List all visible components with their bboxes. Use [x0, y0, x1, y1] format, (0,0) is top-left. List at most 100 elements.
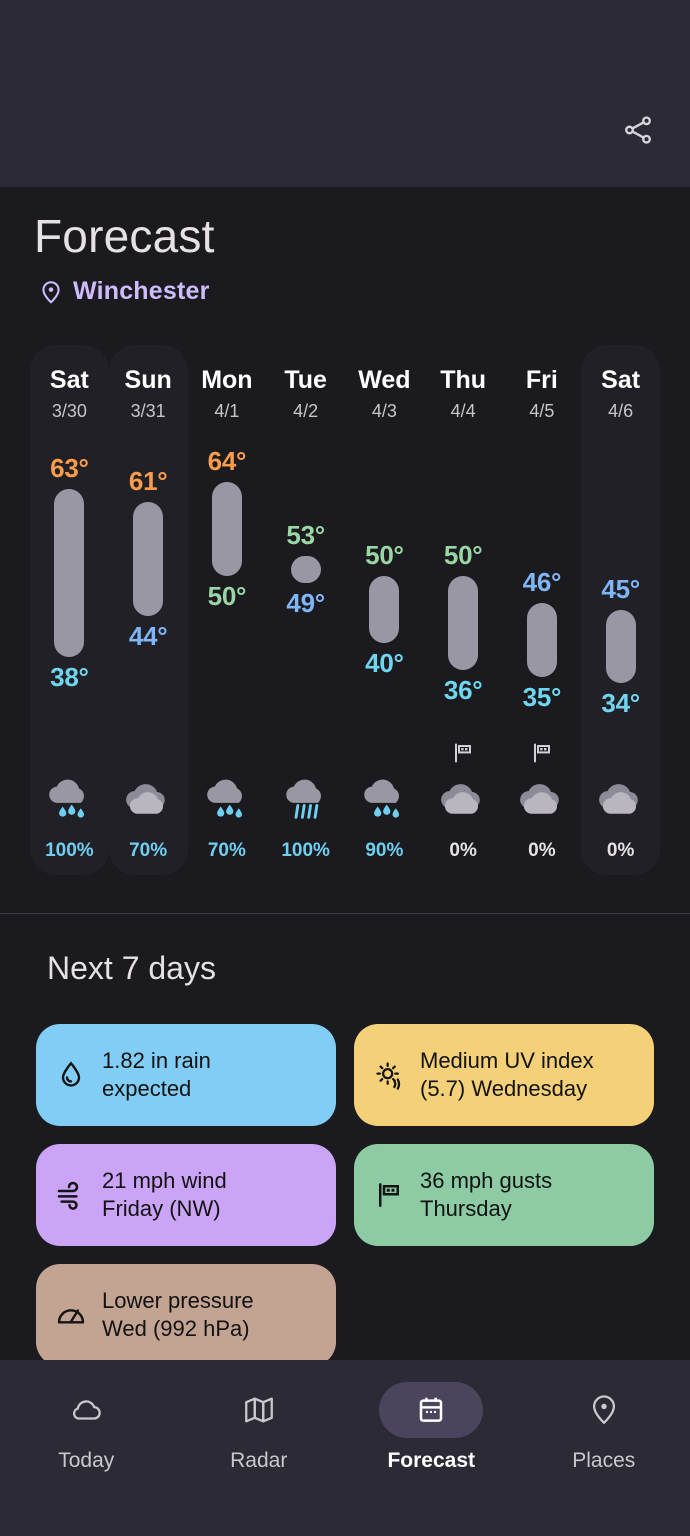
highlight-card-text: 21 mph wind Friday (NW): [102, 1167, 227, 1221]
precipitation-probability: 100%: [45, 840, 94, 861]
precipitation-probability: 0%: [449, 840, 477, 861]
precipitation-probability: 70%: [207, 840, 246, 861]
day-date: 4/1: [214, 401, 240, 421]
bottom-navigation[interactable]: Today Radar Forecast Places: [0, 1360, 690, 1536]
range-bar-fill: [605, 609, 636, 684]
high-temperature: 61°: [128, 466, 168, 497]
day-of-week: Mon: [201, 366, 253, 394]
water-drop-icon: [54, 1058, 88, 1092]
nav-item-places[interactable]: Places: [518, 1382, 690, 1473]
nav-icon-pill: [552, 1382, 656, 1438]
share-button[interactable]: [612, 104, 664, 156]
wind-icon: [54, 1178, 88, 1212]
day-of-week: Thu: [440, 366, 487, 394]
pressure-gauge-icon: [57, 1309, 85, 1324]
range-bar-fill: [133, 502, 164, 617]
weather-condition-icon: [266, 770, 345, 832]
day-date: 4/3: [371, 401, 397, 421]
nav-icon-pill: [379, 1382, 484, 1438]
top-app-bar: [0, 0, 690, 187]
high-temperature: 53°: [286, 520, 325, 550]
highlight-cards: 1.82 in rain expected Medium UV index (5…: [36, 1024, 654, 1366]
location-pin-icon: [592, 1395, 615, 1425]
wind-flag-icon: [455, 743, 472, 763]
high-temperature: 45°: [601, 573, 640, 604]
weather-forecast-screen: Forecast Winchester Sat 3/30 63° 38° 100…: [0, 0, 690, 1536]
map-icon: [244, 1397, 273, 1423]
day-date: 4/5: [529, 401, 555, 421]
forecast-day-column[interactable]: Thu 4/4 50° 36° 0%: [424, 345, 503, 875]
high-temperature: 64°: [207, 446, 247, 477]
range-bar-fill: [448, 576, 479, 670]
forecast-day-column[interactable]: Mon 4/1 64° 50° 70%: [188, 345, 267, 875]
nav-item-today[interactable]: Today: [0, 1382, 173, 1473]
forecast-day-column[interactable]: Tue 4/2 53° 49° 100%: [266, 345, 345, 875]
wind-flag-icon: [533, 743, 550, 763]
low-temperature: 35°: [522, 681, 562, 712]
share-icon: [625, 116, 651, 144]
highlight-card-text: 1.82 in rain expected: [102, 1047, 211, 1101]
nav-item-label: Today: [58, 1449, 115, 1472]
day-of-week: Sat: [49, 366, 89, 394]
nav-item-radar[interactable]: Radar: [173, 1382, 346, 1473]
forecast-day-column[interactable]: Sat 4/6 45° 34° 0%: [581, 345, 660, 875]
weather-condition-icon: [503, 770, 582, 832]
highlight-card-text: Lower pressure Wed (992 hPa): [102, 1287, 254, 1341]
page-title: Forecast: [34, 210, 215, 262]
cloud-icon: [598, 784, 638, 814]
highlight-card[interactable]: 36 mph gusts Thursday: [354, 1144, 654, 1246]
sun-uv-icon: [376, 1062, 401, 1090]
pressure-gauge-icon: [54, 1298, 88, 1332]
high-temperature: 46°: [522, 566, 562, 597]
highlight-card[interactable]: Medium UV index (5.7) Wednesday: [354, 1024, 654, 1126]
temperature-range-bar: 45° 34°: [581, 574, 660, 719]
calendar-icon: [419, 1397, 443, 1422]
low-temperature: 38°: [50, 661, 89, 692]
day-of-week: Wed: [358, 366, 411, 394]
forecast-day-column[interactable]: Wed 4/3 50° 40° 90%: [345, 345, 424, 875]
daily-forecast-strip[interactable]: Sat 3/30 63° 38° 100% Sun 3/31 61° 44° 7…: [30, 345, 660, 875]
highlight-card[interactable]: 1.82 in rain expected: [36, 1024, 336, 1126]
forecast-day-column[interactable]: Sun 3/31 61° 44° 70%: [108, 345, 188, 875]
nav-item-label: Radar: [230, 1449, 288, 1472]
weather-condition-icon: [424, 770, 503, 832]
day-date: 4/2: [293, 401, 319, 421]
temperature-range-bar: 50° 36°: [424, 540, 503, 705]
water-drop-icon: [61, 1061, 81, 1087]
cloud-rain-icon: [207, 779, 242, 818]
highlight-card-text: 36 mph gusts Thursday: [420, 1167, 553, 1221]
precipitation-probability: 0%: [528, 840, 556, 861]
section-divider: [0, 913, 690, 914]
wind-flag-indicator: [503, 741, 582, 765]
nav-item-label: Places: [572, 1449, 636, 1472]
next-7-days-title: Next 7 days: [47, 950, 216, 986]
high-temperature: 50°: [365, 540, 404, 571]
cloud-icon: [126, 784, 165, 814]
cloud-heavy-rain-icon: [285, 779, 321, 819]
low-temperature: 36°: [443, 674, 483, 705]
range-bar-fill: [526, 602, 557, 677]
weather-condition-icon: [30, 770, 109, 832]
nav-item-forecast[interactable]: Forecast: [345, 1382, 518, 1473]
day-of-week: Tue: [284, 366, 327, 394]
highlight-card[interactable]: 21 mph wind Friday (NW): [36, 1144, 336, 1246]
low-temperature: 50°: [207, 581, 247, 612]
day-date: 4/6: [608, 401, 634, 421]
low-temperature: 34°: [601, 688, 640, 719]
weather-condition-icon: [345, 770, 424, 832]
day-date: 3/30: [51, 401, 87, 421]
forecast-day-column[interactable]: Fri 4/5 46° 35° 0%: [503, 345, 582, 875]
range-bar-fill: [369, 576, 400, 644]
wind-flag-indicator: [424, 741, 503, 765]
range-bar-fill: [54, 489, 85, 657]
precipitation-probability: 100%: [281, 840, 330, 861]
location-pin-icon: [42, 280, 60, 304]
highlight-card[interactable]: Lower pressure Wed (992 hPa): [36, 1264, 336, 1366]
precipitation-probability: 0%: [606, 840, 635, 861]
forecast-day-column[interactable]: Sat 3/30 63° 38° 100%: [30, 345, 109, 875]
location-row[interactable]: Winchester: [0, 263, 690, 306]
temperature-range-bar: 53° 49°: [266, 520, 345, 618]
nav-icon-pill: [34, 1382, 138, 1438]
weather-condition-icon: [109, 770, 188, 832]
location-name: Winchester: [73, 277, 210, 305]
